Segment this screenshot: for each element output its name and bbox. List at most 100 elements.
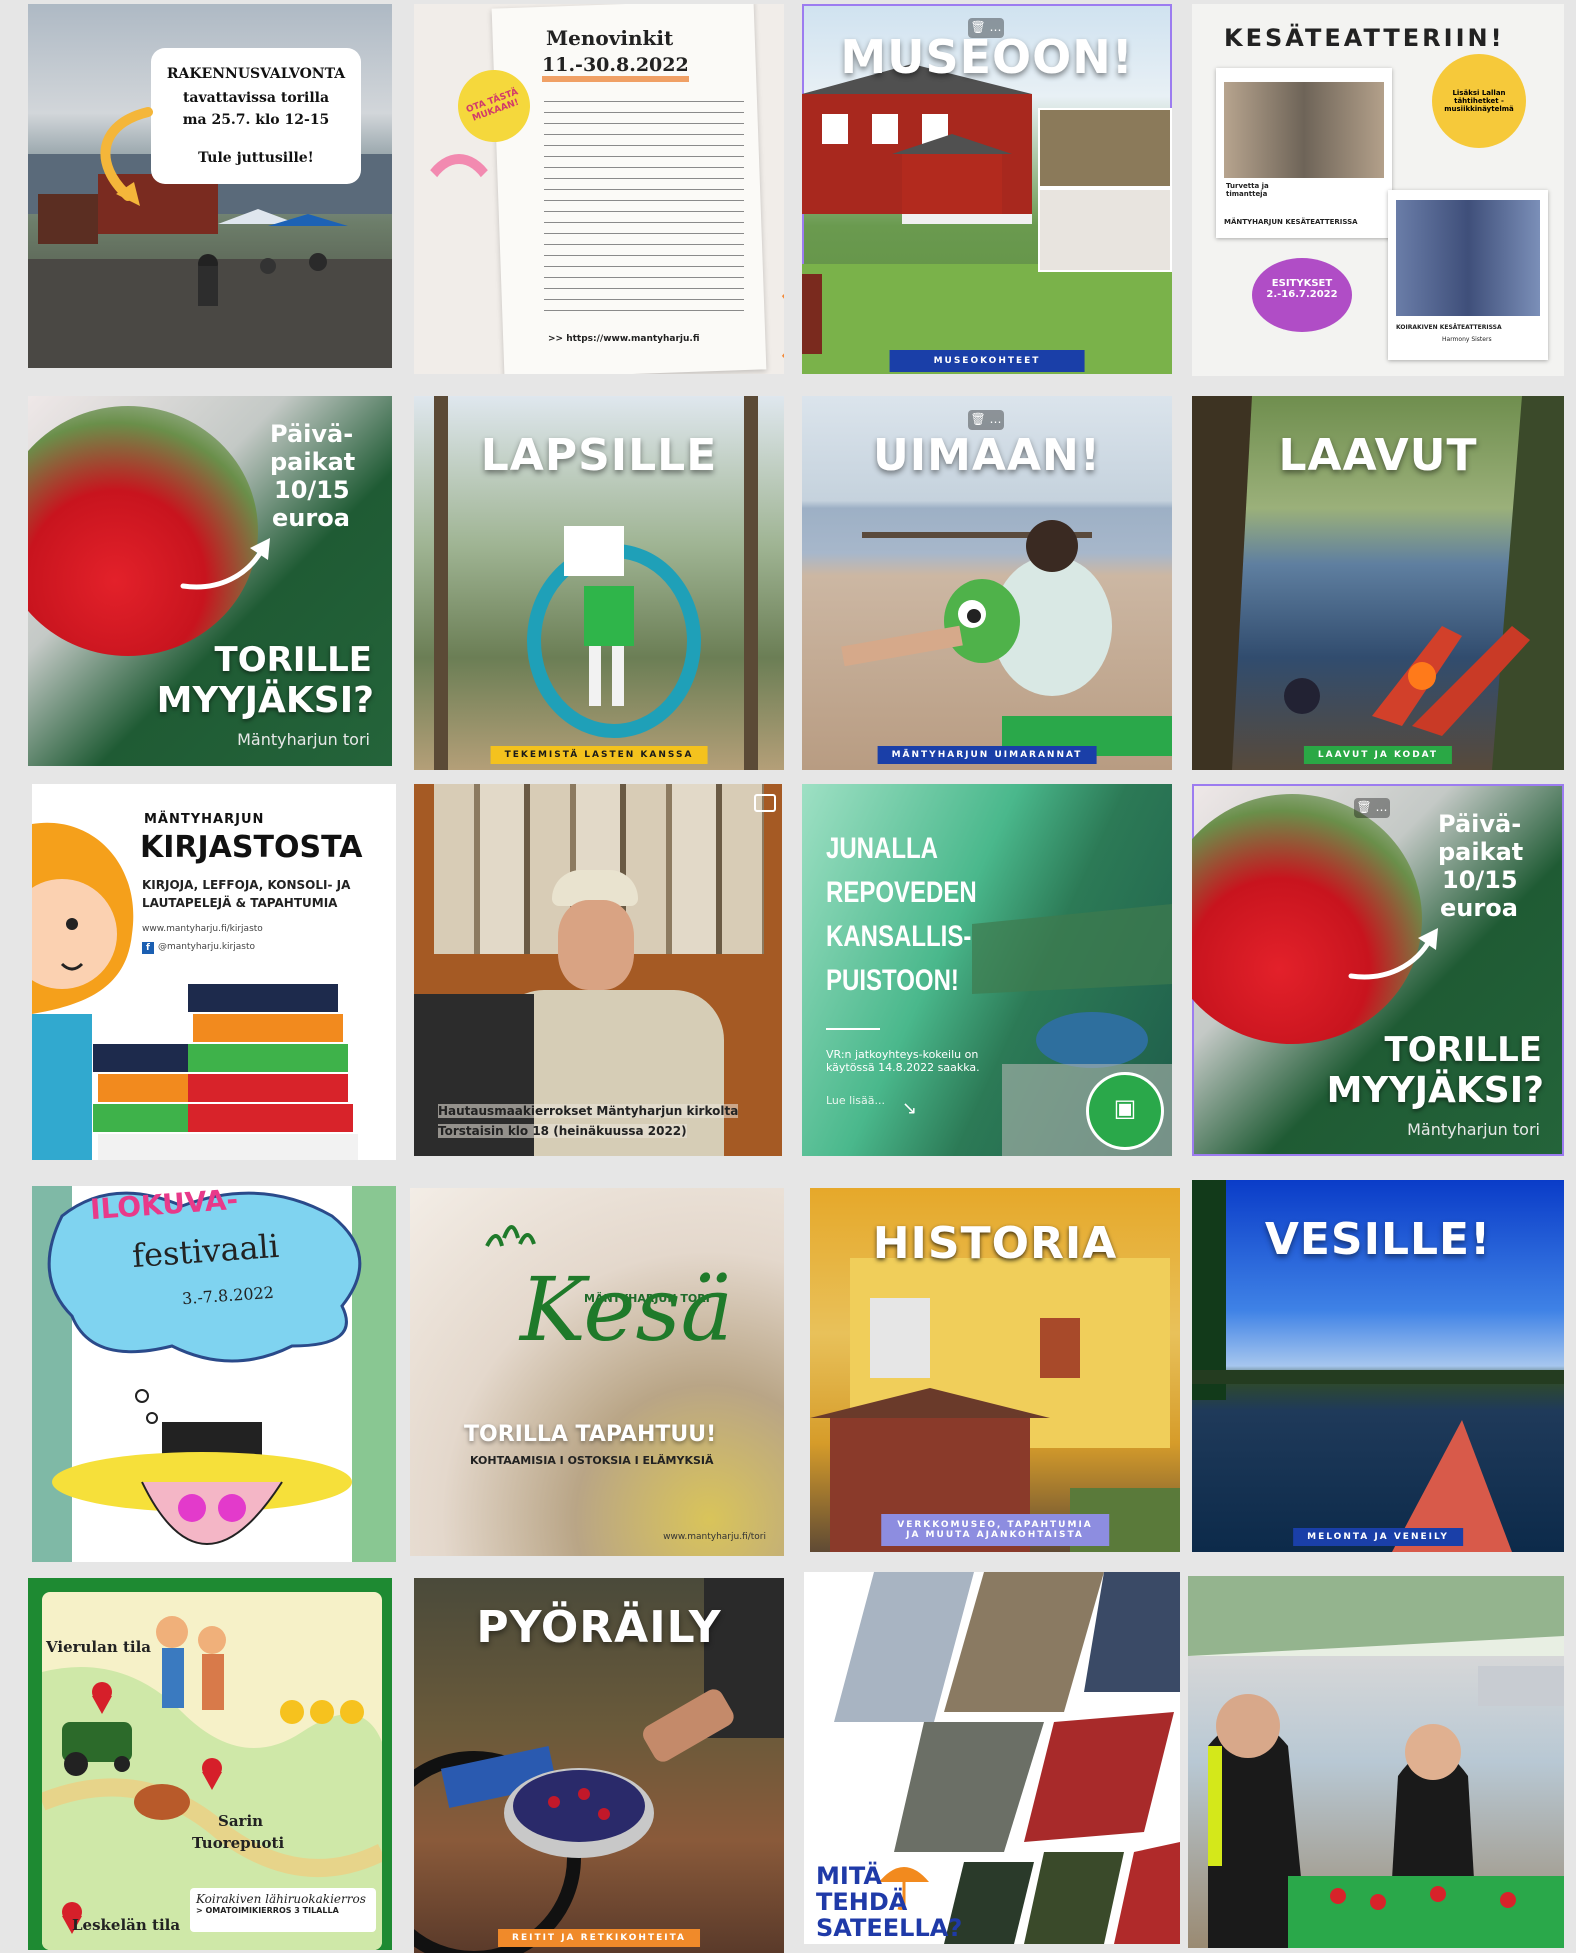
museum-photo-inset-2 [1038, 188, 1172, 272]
headline: TORILLA TAPAHTUU! [464, 1422, 717, 1447]
notice-card: RAKENNUSVALVONTA tavattavissa torilla ma… [151, 48, 361, 184]
tile-title: VESILLE! [1264, 1214, 1492, 1265]
poster-url: >> https://www.mantyharju.fi [548, 334, 700, 344]
script-title: Kesä [520, 1258, 734, 1361]
sub-line: Mäntyharjun tori [237, 730, 370, 749]
arrow-icon [1348, 928, 1438, 980]
pink-swoosh [414, 154, 504, 294]
headline-2: TEHDÄ [816, 1888, 908, 1916]
tile-title: LAAVUT [1278, 430, 1478, 481]
tile-title: KIRJASTOSTA [140, 830, 363, 865]
book-stack-illustration [93, 984, 358, 1160]
tile-mita-tehda-sateella[interactable]: MITÄ TEHDÄ SATEELLA? [804, 1572, 1180, 1944]
tile-rakennusvalvonta[interactable]: RAKENNUSVALVONTA tavattavissa torilla ma… [28, 4, 392, 368]
curved-arrow-icon [100, 107, 153, 206]
big-line-1: TORILLE [214, 640, 372, 680]
face [558, 900, 634, 990]
tile-kesateatteri[interactable]: KESÄTEATTERIIN! Turvetta ja timantteja M… [1192, 4, 1564, 376]
photo-card-1: Turvetta ja timantteja MÄNTYHARJUN KESÄT… [1216, 68, 1392, 238]
tile-kesa-tori[interactable]: MÄNTYHARJUN TORI Kesä TORILLA TAPAHTUU! … [410, 1188, 784, 1556]
fb-handle: @mantyharju.kirjasto [158, 942, 255, 952]
leaf-accent-icon [485, 1225, 536, 1247]
market-vendors-image [1188, 1576, 1564, 1948]
label-1: MÄNTYHARJUN KESÄTEATTERISSA [1224, 218, 1358, 226]
notice-line-2: tavattavissa torilla [182, 90, 330, 106]
price-l3: 10/15 [1442, 866, 1518, 894]
tile-pyoraily[interactable]: PYÖRÄILY REITIT JA RETKIKOHTEITA [414, 1578, 784, 1953]
notice-line-4: Tule juttusille! [198, 150, 314, 166]
dates-circle: ESITYKSET 2.-16.7.2022 [1252, 258, 1352, 332]
more-options-icon[interactable]: 🗑 … [968, 410, 1004, 430]
headline-1: MITÄ [816, 1862, 882, 1890]
big-line-2: MYYJÄKSI? [1326, 1070, 1544, 1111]
map-panel: Vierulan tila Sarin Tuorepuoti Leskelän … [42, 1592, 382, 1950]
dates-circle-line1: ESITYKSET [1271, 278, 1333, 289]
price-l2: paikat [270, 448, 356, 476]
sub-line-2: LAUTAPELEJÄ & TAPAHTUMIA [142, 896, 338, 910]
tile-caption-bar: TEKEMISTÄ LASTEN KANSSA [490, 746, 708, 764]
tile-caption-bar: MÄNTYHARJUN UIMARANNAT [877, 746, 1097, 764]
url-text: www.mantyharju.fi/kirjasto [142, 924, 263, 934]
tile-vesille[interactable]: VESILLE! MELONTA JA VENEILY [1192, 1180, 1564, 1552]
tile-caption-bar: LAAVUT JA KODAT [1303, 746, 1453, 764]
tile-historia[interactable]: HISTORIA VERKKOMUSEO, TAPAHTUMIA JA MUUT… [810, 1188, 1180, 1552]
video-icon[interactable] [754, 794, 776, 812]
tile-tori-myyjat[interactable] [1188, 1576, 1564, 1948]
label-2b: Harmony Sisters [1442, 336, 1492, 343]
headline-3: KANSALLIS- [826, 920, 972, 953]
price-l1: Päivä- [270, 420, 354, 448]
theatre-photo-1 [1224, 82, 1384, 178]
info-bubble: Lisäksi Lallan tähtihetket -musiikkinäyt… [1432, 54, 1526, 148]
notice-line-3: ma 25.7. klo 12-15 [182, 112, 330, 128]
tile-title: MUSEOON! [840, 30, 1134, 84]
tile-kirjasto[interactable]: MÄNTYHARJUN KIRJASTOSTA KIRJOJA, LEFFOJA… [32, 784, 396, 1160]
price-l2: paikat [1438, 838, 1524, 866]
big-line-2: MYYJÄKSI? [156, 680, 374, 721]
tile-menovinkit[interactable]: Menovinkit 11.-30.8.2022 OTA TÄSTÄ MUKAA… [414, 4, 784, 374]
farm-label-3: Leskelän tila [72, 1916, 181, 1934]
small-label: MÄNTYHARJUN [144, 812, 265, 827]
headline-2: REPOVEDEN [826, 876, 977, 909]
tile-uimaan[interactable]: 🗑 … UIMAAN! MÄNTYHARJUN UIMARANNAT [802, 396, 1172, 770]
tile-title: HISTORIA [872, 1218, 1118, 1269]
headline-3: SATEELLA? [816, 1914, 963, 1942]
tile-torille-myyjaksi-2[interactable]: 🗑 … Päivä- paikat 10/15 euroa TORILLE MY… [1192, 784, 1564, 1156]
theatre-photo-2 [1396, 200, 1540, 316]
caption-line-2: JA MUUTA AJANKOHTAISTA [906, 1530, 1084, 1540]
tile-museoon[interactable]: 🗑 … MUSEOON! MUSEOKOHTEET [802, 4, 1172, 374]
farm-label-2: Sarin [218, 1812, 264, 1830]
notice-line-1: RAKENNUSVALVONTA [166, 66, 346, 82]
caption-1: Turvetta ja timantteja [1226, 182, 1269, 198]
farm-label-2b: Tuorepuoti [192, 1834, 285, 1852]
poster-body-lines [544, 94, 744, 314]
tile-caption-bar: MELONTA JA VENEILY [1293, 1528, 1463, 1546]
sub-line: Mäntyharjun tori [1407, 1120, 1540, 1139]
tile-lahiruokakierros[interactable]: Vierulan tila Sarin Tuorepuoti Leskelän … [28, 1578, 392, 1950]
label-2: KOIRAKIVEN KESÄTEATTERISSA [1396, 324, 1502, 331]
train-badge-icon: ▣ [1086, 1072, 1164, 1150]
more-options-icon[interactable]: 🗑 … [1354, 798, 1390, 818]
sub-line: KOHTAAMISIA I OSTOKSIA I ELÄMYKSIÄ [470, 1454, 714, 1467]
divider [826, 1028, 880, 1030]
photo-card-2: KOIRAKIVEN KESÄTEATTERISSA Harmony Siste… [1388, 190, 1548, 360]
sub-line-1: KIRJOJA, LEFFOJA, KONSOLI- JA [142, 878, 351, 892]
poster-title: Menovinkit [546, 26, 674, 50]
tile-title: KESÄTEATTERIIN! [1224, 24, 1505, 52]
tile-lapsille[interactable]: LAPSILLE TEKEMISTÄ LASTEN KANSSA [414, 396, 784, 770]
tile-hautausmaa[interactable]: Hautausmaakierrokset Mäntyharjun kirkolt… [414, 784, 782, 1156]
museum-photo-inset-1 [1038, 108, 1172, 188]
caption-line-1: VERKKOMUSEO, TAPAHTUMIA [897, 1520, 1093, 1530]
tile-junalla[interactable]: JUNALLA REPOVEDEN KANSALLIS- PUISTOON! V… [802, 784, 1172, 1156]
tile-title: UIMAAN! [873, 430, 1101, 481]
read-more-link[interactable]: Lue lisää... [826, 1094, 885, 1107]
strawberry-photo [28, 406, 258, 656]
caption-line-1: Hautausmaakierrokset Mäntyharjun kirkolt… [438, 1104, 739, 1118]
caption-line-2: Torstaisin klo 18 (heinäkuussa 2022) [438, 1124, 687, 1138]
facebook-icon: f [142, 942, 154, 954]
tile-ilokuva[interactable]: ILOKUVA- festivaali 3.-7.8.2022 [32, 1186, 396, 1562]
tile-torille-myyjaksi-1[interactable]: Päivä- paikat 10/15 euroa TORILLE MYYJÄK… [28, 396, 392, 766]
tile-laavut[interactable]: LAAVUT LAAVUT JA KODAT [1192, 396, 1564, 770]
dates-circle-line2: 2.-16.7.2022 [1266, 289, 1338, 300]
tile-caption-bar: MUSEOKOHTEET [889, 350, 1085, 372]
arrow-icon [180, 538, 270, 590]
